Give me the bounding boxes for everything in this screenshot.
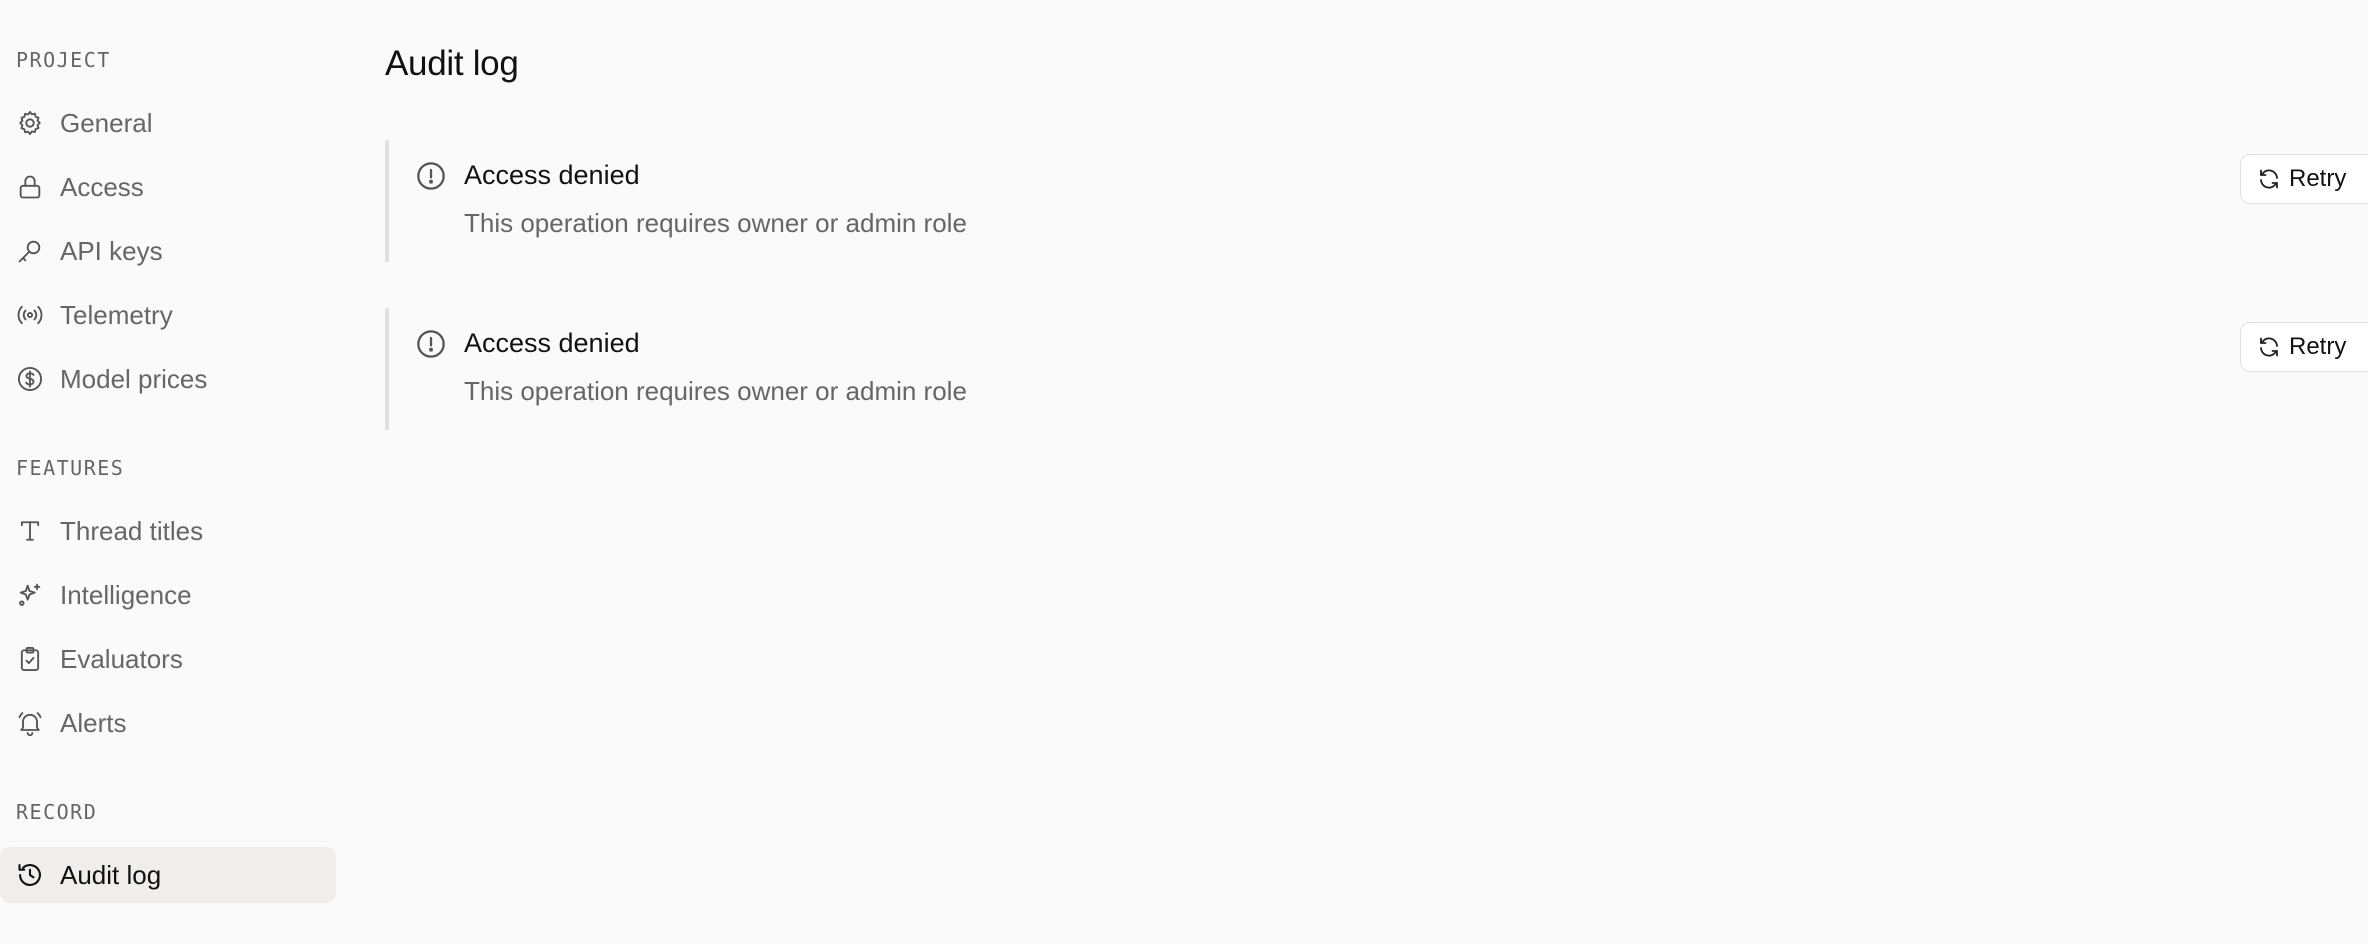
- lock-icon: [16, 173, 44, 201]
- sidebar-item-alerts[interactable]: Alerts: [0, 695, 336, 751]
- sidebar-item-evaluators[interactable]: Evaluators: [0, 631, 336, 687]
- broadcast-icon: [16, 301, 44, 329]
- retry-button[interactable]: Retry: [2240, 322, 2368, 372]
- bell-icon: [16, 709, 44, 737]
- sidebar-item-label: Alerts: [60, 707, 127, 738]
- dollar-circle-icon: [16, 365, 44, 393]
- section-label-project: PROJECT: [16, 48, 111, 72]
- refresh-icon: [2257, 335, 2281, 359]
- refresh-icon: [2257, 167, 2281, 191]
- type-icon: [16, 517, 44, 545]
- alert-circle-icon: [415, 160, 447, 192]
- sidebar-item-intelligence[interactable]: Intelligence: [0, 567, 336, 623]
- sidebar-item-label: Evaluators: [60, 643, 183, 674]
- alert-title: Access denied: [464, 328, 640, 358]
- clipboard-check-icon: [16, 645, 44, 673]
- section-label-features: FEATURES: [16, 456, 125, 480]
- alert-circle-icon: [415, 328, 447, 360]
- section-label-record: RECORD: [16, 800, 98, 824]
- app-root: PROJECT General Access API keys Telemetr…: [0, 0, 2368, 944]
- alert-access-denied: Access denied This operation requires ow…: [385, 308, 2368, 430]
- sidebar-item-api-keys[interactable]: API keys: [0, 223, 336, 279]
- sidebar-item-model-prices[interactable]: Model prices: [0, 351, 336, 407]
- sidebar-item-label: General: [60, 107, 153, 138]
- sparkles-icon: [16, 581, 44, 609]
- page-title: Audit log: [385, 44, 519, 83]
- sidebar-item-label: Thread titles: [60, 515, 204, 546]
- sidebar-item-label: Access: [60, 171, 144, 202]
- sidebar-item-label: Audit log: [60, 859, 162, 890]
- sidebar-item-label: Model prices: [60, 363, 208, 394]
- alert-access-denied: Access denied This operation requires ow…: [385, 140, 2368, 262]
- alert-title: Access denied: [464, 160, 640, 190]
- history-icon: [16, 861, 44, 889]
- gear-icon: [16, 109, 44, 137]
- sidebar-item-label: API keys: [60, 235, 163, 266]
- sidebar-item-label: Telemetry: [60, 299, 173, 330]
- sidebar-item-audit-log[interactable]: Audit log: [0, 847, 336, 903]
- alert-description: This operation requires owner or admin r…: [464, 376, 967, 406]
- retry-button[interactable]: Retry: [2240, 154, 2368, 204]
- sidebar-item-access[interactable]: Access: [0, 159, 336, 215]
- retry-button-label: Retry: [2289, 333, 2347, 360]
- alert-description: This operation requires owner or admin r…: [464, 208, 967, 238]
- settings-sidebar: PROJECT General Access API keys Telemetr…: [0, 0, 336, 944]
- sidebar-item-label: Intelligence: [60, 579, 192, 610]
- sidebar-item-thread-titles[interactable]: Thread titles: [0, 503, 336, 559]
- sidebar-item-telemetry[interactable]: Telemetry: [0, 287, 336, 343]
- retry-button-label: Retry: [2289, 165, 2347, 192]
- key-icon: [16, 237, 44, 265]
- sidebar-item-general[interactable]: General: [0, 95, 336, 151]
